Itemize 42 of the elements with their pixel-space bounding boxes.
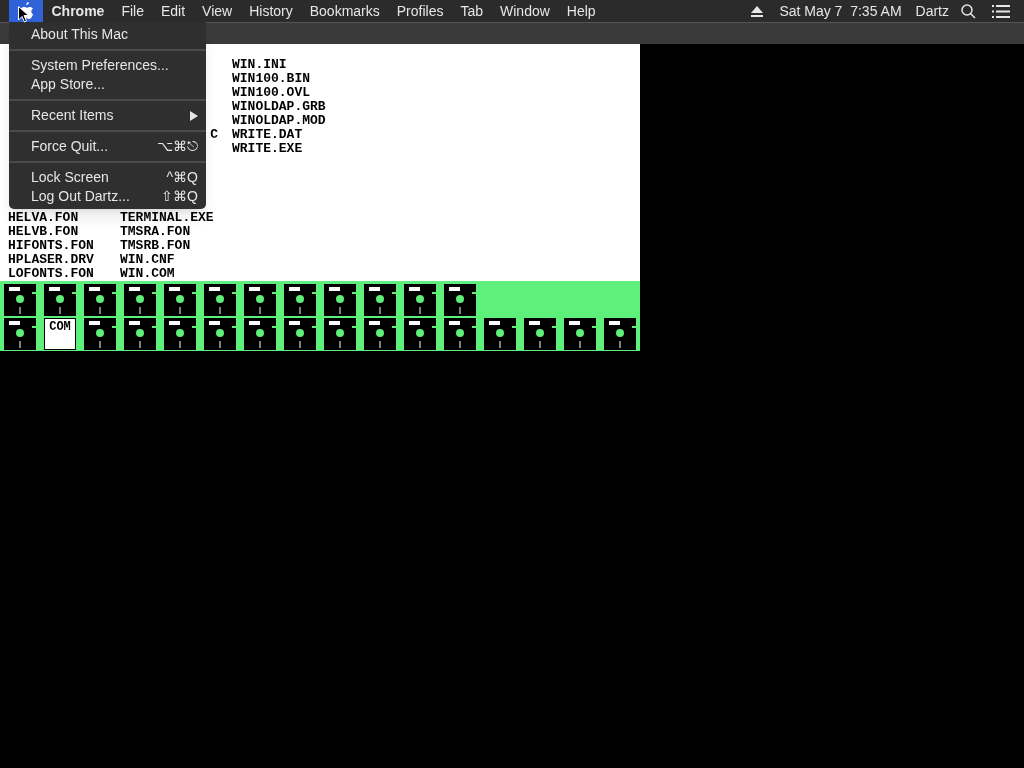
menu-item[interactable]: Force Quit... ⌥⌘⎋	[9, 137, 206, 156]
file-name: WRITE.DAT	[232, 127, 303, 142]
menu-bar-item[interactable]: View	[193, 0, 241, 22]
file-name: C	[210, 128, 218, 142]
file-name: WRITE.EXE	[232, 141, 303, 156]
menu-item[interactable]: Recent Items	[9, 106, 206, 125]
list-icon[interactable]	[992, 4, 1010, 18]
file-name: WIN.INI	[232, 57, 287, 72]
clock[interactable]: Sat May 7 7:35 AM	[779, 0, 902, 22]
menu-bar-item[interactable]: Window	[491, 0, 559, 22]
menu-item[interactable]: System Preferences...	[9, 56, 206, 75]
menu-bar-item[interactable]: History	[240, 0, 302, 22]
user-name[interactable]: Dartz	[915, 0, 949, 22]
eject-icon[interactable]	[751, 5, 764, 17]
file-name: HPLASER.DRV	[8, 252, 94, 267]
file-name: HELVB.FON	[8, 224, 79, 239]
menu-bar-item[interactable]: Help	[558, 0, 605, 22]
drive-label[interactable]: COM	[44, 318, 76, 350]
menu-bar-item[interactable]: Edit	[152, 0, 194, 22]
menu-bar-item[interactable]: Chrome	[43, 0, 113, 22]
file-name: WIN100.OVL	[232, 85, 310, 100]
menu-bar-item[interactable]: File	[112, 0, 153, 22]
file-name: WINOLDAP.MOD	[232, 113, 326, 128]
menu-item[interactable]: Lock Screen ^⌘Q	[9, 168, 206, 187]
menu-bar-item[interactable]: Bookmarks	[301, 0, 389, 22]
search-icon[interactable]	[961, 3, 976, 19]
menu-item[interactable]: App Store...	[9, 75, 206, 94]
file-name: WIN.COM	[120, 267, 175, 281]
file-name: TMSRA.FON	[120, 225, 191, 239]
mouse-pointer-icon	[18, 6, 29, 23]
menu-item[interactable]: About This Mac	[9, 25, 206, 44]
file-name: WINOLDAP.GRB	[232, 99, 326, 114]
menu-bar-item[interactable]: Profiles	[388, 0, 452, 22]
menu-bar-item[interactable]: Tab	[451, 0, 492, 22]
file-name: HIFONTS.FON	[8, 238, 94, 253]
file-name: WIN100.BIN	[232, 71, 310, 86]
file-name: TERMINAL.EXE	[120, 211, 214, 225]
menu-item[interactable]: Log Out Dartz... ⇧⌘Q	[9, 187, 206, 206]
file-name: WIN.CNF	[120, 253, 175, 267]
file-name: HELVA.FON	[8, 210, 79, 225]
file-name: LOFONTS.FON	[8, 266, 94, 281]
file-name: TMSRB.FON	[120, 239, 191, 253]
